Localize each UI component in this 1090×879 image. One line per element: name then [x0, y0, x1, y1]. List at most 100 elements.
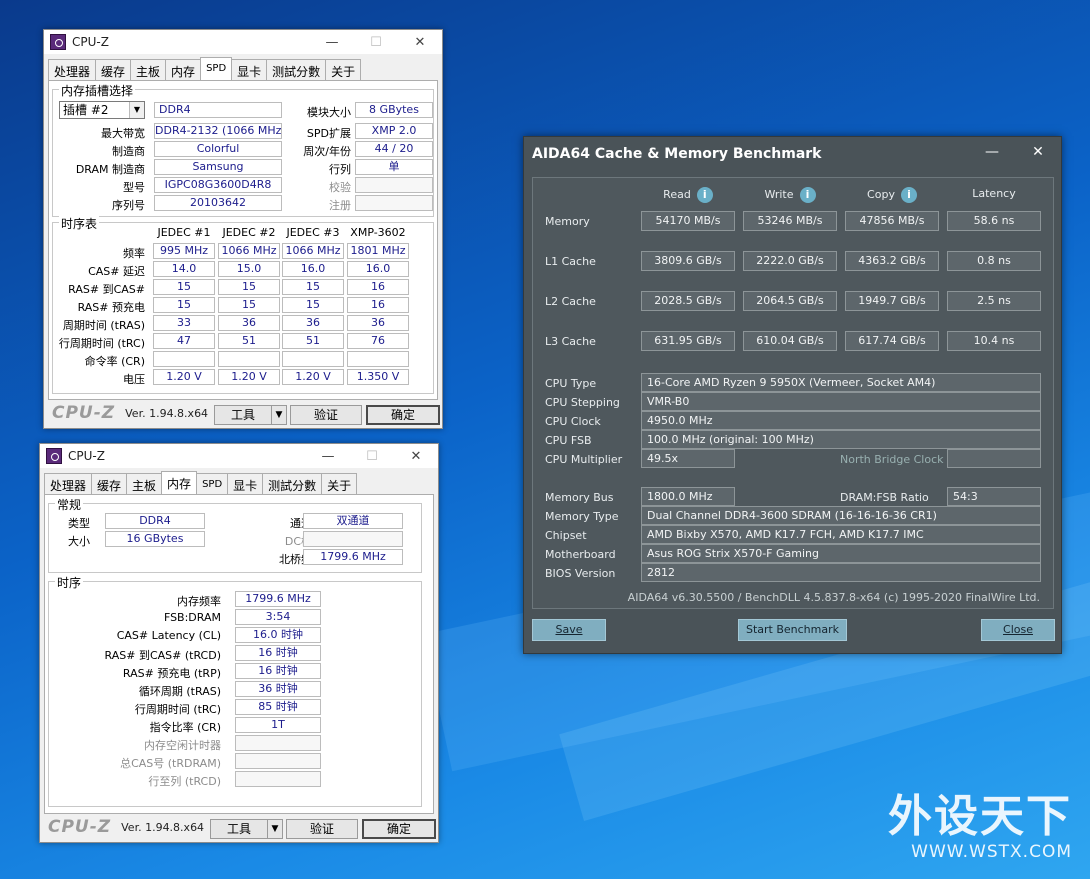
column-header-label: Write — [764, 188, 794, 201]
close-button[interactable]: ✕ — [1015, 137, 1061, 167]
bench-row-label: L1 Cache — [545, 255, 596, 268]
close-button[interactable]: ✕ — [398, 30, 442, 54]
close-dialog-button[interactable]: Close — [981, 619, 1055, 641]
timing-row-label: 周期时间 (tRAS) — [62, 319, 145, 332]
memory-bus-label: Memory Bus — [545, 491, 614, 504]
bench-value: 617.74 GB/s — [845, 331, 939, 351]
system-info-label: Chipset — [545, 529, 587, 542]
aida64-benchmark-window: AIDA64 Cache & Memory Benchmark — ✕ Read i… — [523, 136, 1062, 654]
title-bar: CPU-Z — ☐ ✕ — [40, 444, 438, 468]
tab-2[interactable]: 主板 — [130, 59, 167, 80]
tab-0[interactable]: 处理器 — [44, 473, 93, 494]
nb-freq-field: 1799.6 MHz — [303, 549, 403, 565]
validate-button[interactable]: 验证 — [286, 819, 358, 839]
mem-timing-label: RAS# 预充电 (tRP) — [122, 667, 221, 680]
group-title: 时序 — [55, 574, 84, 591]
tools-button[interactable]: 工具 — [214, 405, 272, 425]
tab-6[interactable]: 测試分數 — [262, 473, 323, 494]
column-header: Read i — [641, 187, 735, 203]
bench-row-label: L3 Cache — [545, 335, 596, 348]
tools-dropdown-arrow[interactable]: ▼ — [267, 819, 283, 839]
mem-timing-value: 1T — [235, 717, 321, 733]
timing-cell: 15.0 — [218, 261, 280, 277]
timing-cell: 15 — [282, 279, 344, 295]
type-field: DDR4 — [105, 513, 205, 529]
tab-7[interactable]: 关于 — [321, 473, 358, 494]
spd-row-label2: 校验 — [329, 181, 351, 194]
bench-value: 53246 MB/s — [743, 211, 837, 231]
timing-row-label: 行周期时间 (tRC) — [58, 337, 145, 350]
ok-button[interactable]: 确定 — [366, 405, 440, 425]
tab-3[interactable]: 内存 — [161, 471, 198, 494]
timing-cell: 15 — [153, 279, 215, 295]
cpuz-brand: CPU-Z — [52, 403, 116, 423]
bench-value: 2222.0 GB/s — [743, 251, 837, 271]
group-title: 内存插槽选择 — [59, 82, 136, 99]
tab-6[interactable]: 测試分數 — [266, 59, 327, 80]
cpu-info-label: CPU Stepping — [545, 396, 620, 409]
save-button-label: Save — [555, 623, 583, 636]
timing-cell: 15 — [282, 297, 344, 313]
memory-type-field: DDR4 — [154, 102, 282, 118]
tab-4[interactable]: SPD — [196, 473, 229, 494]
tab-1[interactable]: 缓存 — [91, 473, 128, 494]
timing-cell: 1.20 V — [218, 369, 280, 385]
version-label: Ver. 1.94.8.x64 — [121, 820, 205, 834]
mem-timing-label: RAS# 到CAS# (tRCD) — [104, 649, 221, 662]
validate-button[interactable]: 验证 — [290, 405, 362, 425]
spd-row-label: 最大带宽 — [101, 127, 145, 140]
timing-cell: 15 — [218, 297, 280, 313]
tools-button[interactable]: 工具 — [210, 819, 268, 839]
minimize-button[interactable]: — — [310, 30, 354, 54]
mem-timing-label: 指令比率 (CR) — [149, 721, 221, 734]
tab-5[interactable]: 显卡 — [227, 473, 264, 494]
info-icon[interactable]: i — [696, 187, 713, 203]
save-button[interactable]: Save — [532, 619, 606, 641]
timing-cell: 16.0 — [347, 261, 409, 277]
tools-dropdown-arrow[interactable]: ▼ — [271, 405, 287, 425]
mem-timing-value: 3:54 — [235, 609, 321, 625]
tab-2[interactable]: 主板 — [126, 473, 163, 494]
info-icon[interactable]: i — [900, 187, 917, 203]
results-panel: Read i Write i Copy i Latency Memory 54170 MB/s… — [532, 177, 1054, 609]
tab-5[interactable]: 显卡 — [231, 59, 268, 80]
info-icon[interactable]: i — [799, 187, 816, 203]
bench-value: 1949.7 GB/s — [845, 291, 939, 311]
tab-1[interactable]: 缓存 — [95, 59, 132, 80]
bench-row-label: L2 Cache — [545, 295, 596, 308]
cpu-info-value: 16-Core AMD Ryzen 9 5950X (Vermeer, Sock… — [641, 373, 1041, 392]
mem-timing-label: 行至列 (tRCD) — [148, 775, 221, 788]
module-size-field: 8 GBytes — [355, 102, 433, 118]
size-label: 大小 — [68, 535, 90, 548]
group-title: 常规 — [55, 496, 84, 513]
timing-cell: 15 — [153, 297, 215, 313]
cpuz-app-icon — [50, 34, 66, 50]
ok-button[interactable]: 确定 — [362, 819, 436, 839]
tab-7[interactable]: 关于 — [325, 59, 362, 80]
mem-timing-value: 16 时钟 — [235, 645, 321, 661]
timing-cell — [218, 351, 280, 367]
tab-bar: 处理器 缓存 主板 内存 SPD 显卡 测試分數 关于 — [44, 54, 442, 80]
minimize-button[interactable]: — — [306, 444, 350, 468]
cpuz-brand: CPU-Z — [48, 817, 112, 837]
minimize-button[interactable]: — — [969, 137, 1015, 167]
timing-cell: 47 — [153, 333, 215, 349]
spd-row-label2: 注册 — [329, 199, 351, 212]
timing-row-label: CAS# 延迟 — [88, 265, 145, 278]
close-button[interactable]: ✕ — [394, 444, 438, 468]
bench-value: 3809.6 GB/s — [641, 251, 735, 271]
group-title: 时序表 — [59, 215, 100, 232]
bench-value: 10.4 ns — [947, 331, 1041, 351]
tab-4[interactable]: SPD — [200, 57, 233, 80]
slot-select[interactable]: 插槽 #2 ▼ — [59, 101, 145, 119]
start-benchmark-button[interactable]: Start Benchmark — [738, 619, 847, 641]
column-header-label: Copy — [867, 188, 895, 201]
tab-0[interactable]: 处理器 — [48, 59, 97, 80]
memory-bus-field: 1800.0 MHz — [641, 487, 735, 506]
cpuz-memory-window: CPU-Z — ☐ ✕ 处理器 缓存 主板 内存 SPD 显卡 测試分數 关于 常规 类型 DDR… — [39, 443, 439, 843]
nb-clock-field — [947, 449, 1041, 468]
maximize-button[interactable]: ☐ — [354, 30, 398, 54]
tab-3[interactable]: 内存 — [165, 59, 202, 80]
timing-cell: 76 — [347, 333, 409, 349]
maximize-button[interactable]: ☐ — [350, 444, 394, 468]
